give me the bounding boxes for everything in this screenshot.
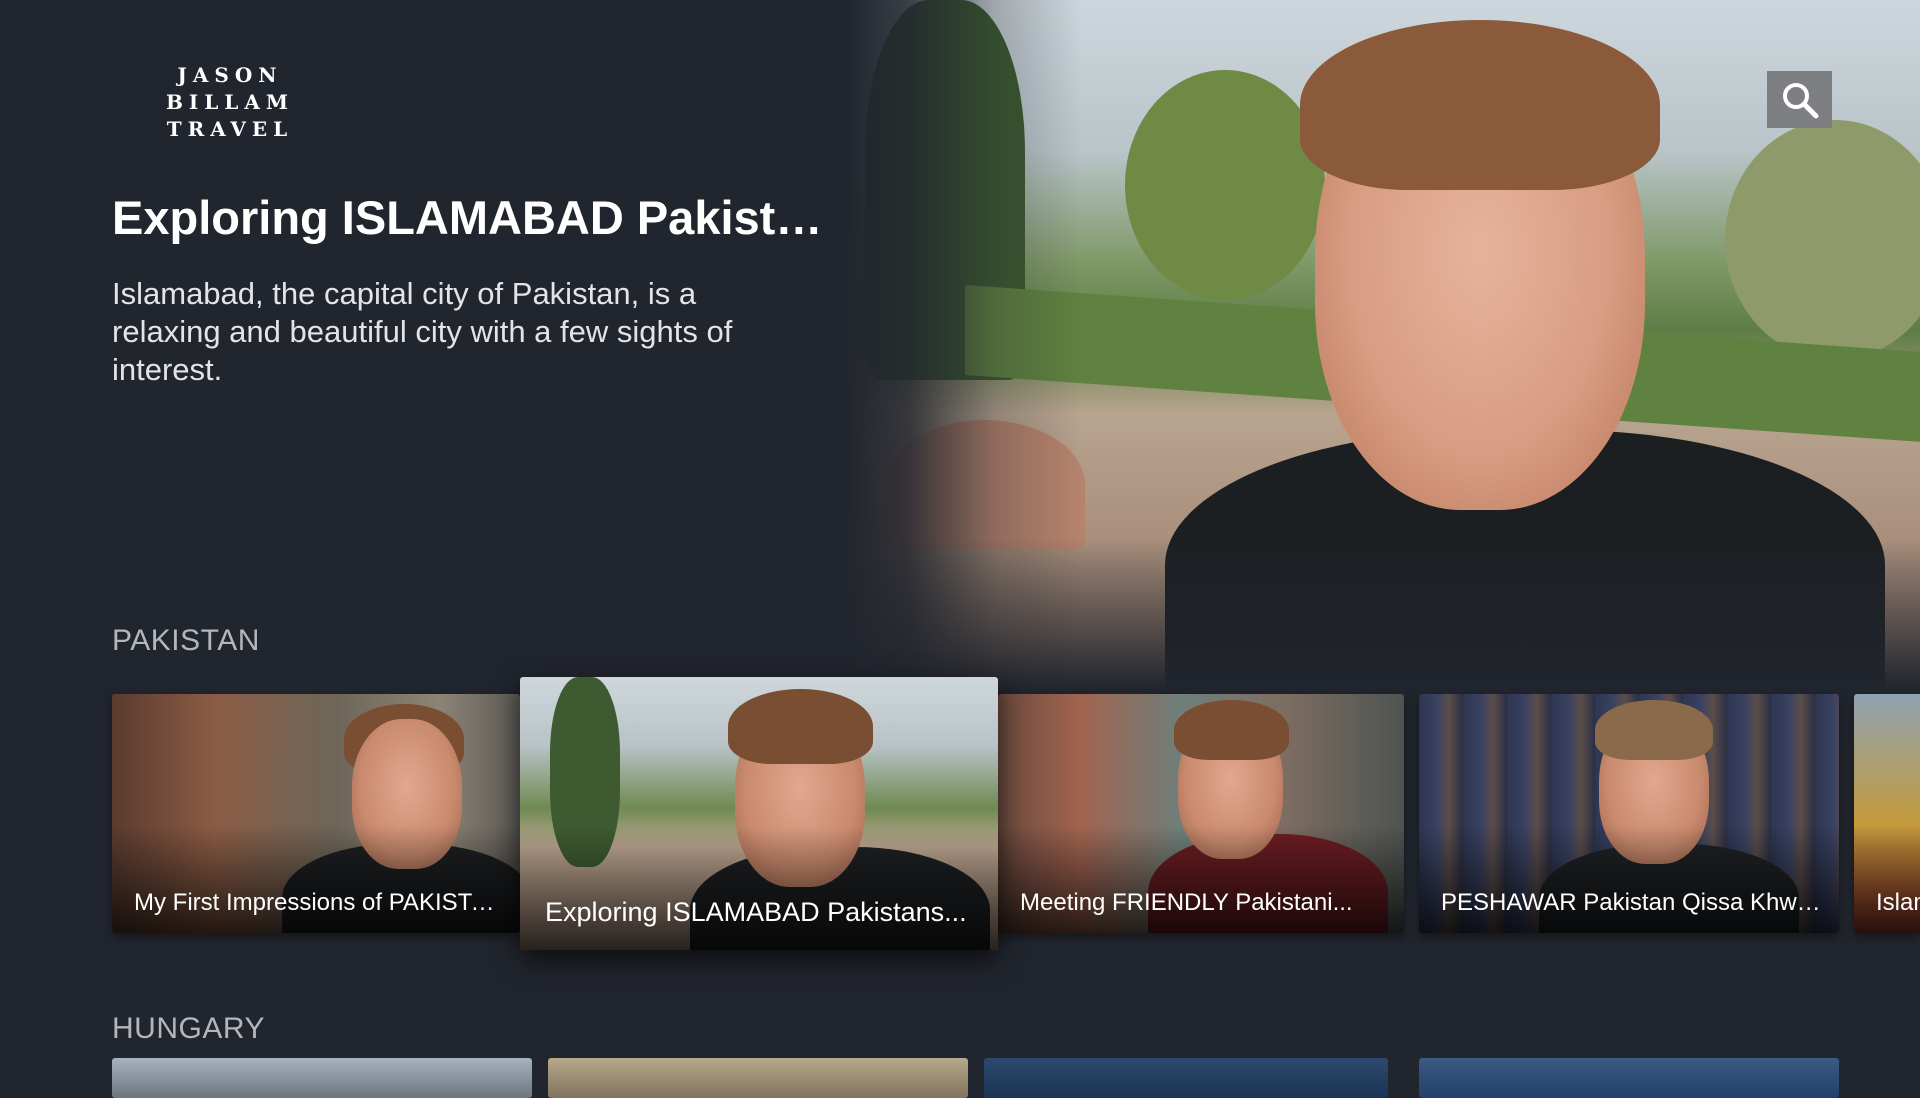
video-card-title: Islam [1876,889,1920,916]
video-card-title: Meeting FRIENDLY Pakistani... [1020,889,1353,916]
video-card-title: PESHAWAR Pakistan Qissa Khwa... [1441,889,1821,916]
video-card[interactable] [112,1058,532,1098]
hero-gradient-overlay [845,0,1920,690]
video-card[interactable] [548,1058,968,1098]
hero-title: Exploring ISLAMABAD Pakista... [112,191,832,244]
brand-logo-line2: TRAVEL [166,117,294,141]
video-card-title: Exploring ISLAMABAD Pakistans... [545,897,967,927]
video-card[interactable] [984,1058,1388,1098]
search-icon [1782,82,1818,118]
video-card-title: My First Impressions of PAKISTAN [134,889,502,916]
video-card-focused[interactable]: Exploring ISLAMABAD Pakistans... [520,677,998,950]
hero-description: Islamabad, the capital city of Pakistan,… [112,276,733,387]
video-card[interactable] [1419,1058,1839,1098]
video-card[interactable]: Meeting FRIENDLY Pakistani... [998,694,1404,933]
brand-logo-line1: JASON BILLAM [165,63,295,114]
video-card[interactable]: My First Impressions of PAKISTAN [112,694,520,933]
video-card[interactable]: Islam [1854,694,1920,933]
search-button[interactable] [1767,71,1832,128]
row-title-hungary: HUNGARY [112,1012,265,1045]
video-card[interactable]: PESHAWAR Pakistan Qissa Khwa... [1419,694,1839,933]
row-title-pakistan: PAKISTAN [112,624,260,657]
brand-logo: JASON BILLAM TRAVEL [110,62,350,143]
